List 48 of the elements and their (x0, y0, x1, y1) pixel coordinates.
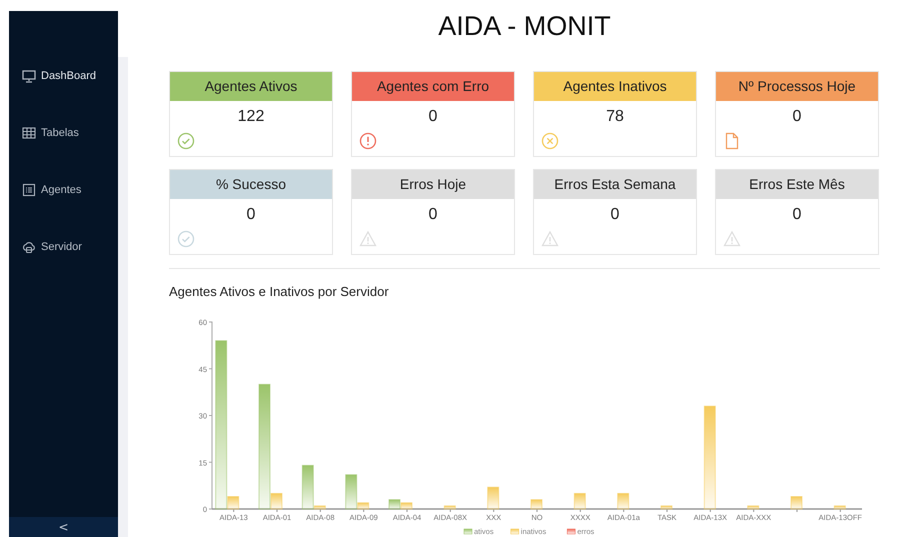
chart-bar (747, 505, 760, 510)
card-header: Erros Esta Semana (534, 170, 696, 199)
chart-bar (574, 492, 586, 510)
stat-value: 122 (236, 108, 266, 126)
chart-bar (388, 499, 400, 510)
chart-bar (487, 486, 500, 510)
card-header: Nº Processos Hoje (716, 72, 878, 101)
table-icon (22, 126, 36, 140)
card-header: Erros Hoje (352, 170, 514, 199)
stat-value: 0 (428, 108, 438, 126)
stat-value: 78 (605, 108, 625, 126)
cancel-circle-icon (541, 132, 559, 150)
legend-swatch (510, 528, 520, 534)
card-header: Erros Este Mês (716, 170, 878, 199)
stat-value: 0 (246, 206, 256, 224)
warning-icon (723, 230, 741, 248)
warning-icon (541, 230, 559, 248)
chart-bar (790, 496, 802, 510)
check-circle-icon (177, 132, 195, 150)
legend-swatch (464, 528, 472, 534)
chart-title: Agentes Ativos e Inativos por Servidor (169, 284, 390, 299)
cloud-icon (22, 240, 36, 254)
stat-value: 0 (792, 206, 802, 224)
stat-value: 0 (610, 206, 620, 224)
nav-item[interactable]: Tabelas (9, 125, 118, 140)
card-header: Agentes Ativos (170, 72, 332, 101)
nav-item[interactable]: Servidor (9, 239, 118, 254)
chart-bar (530, 499, 542, 510)
list-icon (22, 182, 36, 196)
check-circle-icon (177, 230, 195, 248)
nav-item[interactable]: DashBoard (9, 68, 118, 83)
error-icon (359, 132, 377, 150)
monitor-icon (22, 68, 36, 82)
chart-bar (444, 505, 456, 510)
chart-bar (660, 505, 672, 510)
legend-swatch (566, 528, 576, 534)
chart-bar (617, 492, 630, 510)
stat-value: 0 (428, 206, 438, 224)
card-header: % Sucesso (170, 170, 332, 199)
warning-icon (359, 230, 377, 248)
stat-value: 0 (792, 108, 802, 126)
card-header: Agentes com Erro (352, 72, 514, 101)
nav-item[interactable]: Agentes (9, 182, 118, 197)
chart-bar (834, 505, 846, 510)
card-header: Agentes Inativos (534, 72, 696, 101)
page-title: AIDA - MONIT (437, 11, 612, 42)
file-icon (723, 132, 741, 150)
collapse-button[interactable]: < (9, 517, 118, 537)
